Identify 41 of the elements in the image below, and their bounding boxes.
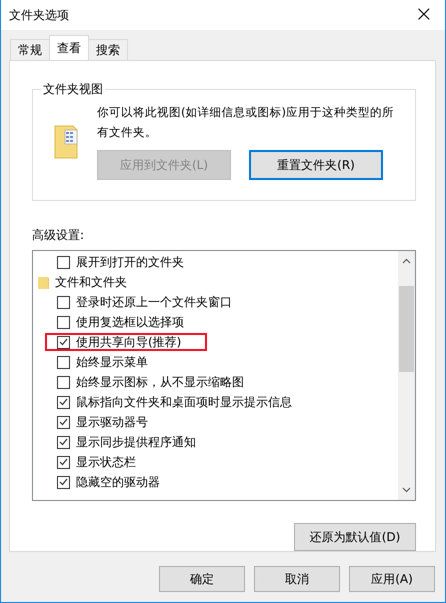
window-title: 文件夹选项 (9, 6, 69, 24)
tab[interactable]: 查看 (49, 35, 89, 60)
group-label: 文件和文件夹 (55, 274, 127, 290)
checkbox[interactable] (57, 396, 70, 408)
setting-label[interactable]: 鼠标指向文件夹和桌面项时显示提示信息 (76, 394, 292, 410)
checkbox[interactable] (57, 376, 70, 388)
checkbox[interactable] (57, 476, 70, 488)
folder-icon (38, 276, 49, 288)
checkbox[interactable] (57, 316, 70, 328)
scroll-down-icon[interactable] (402, 487, 411, 494)
section-label: 高级设置: (32, 227, 86, 244)
tab[interactable]: 搜索 (88, 39, 128, 60)
dialog-button[interactable]: 取消 (254, 566, 340, 592)
close-button[interactable]: × (408, 4, 439, 26)
checkbox[interactable] (57, 296, 70, 308)
setting-label[interactable]: 显示状态栏 (76, 454, 136, 470)
checkbox[interactable] (57, 416, 70, 428)
scroll-thumb[interactable] (399, 286, 414, 372)
setting-label[interactable]: 隐藏空的驱动器 (76, 474, 160, 490)
dialog-button[interactable]: 应用(A) (349, 566, 435, 592)
setting-label[interactable]: 显示驱动器号 (76, 414, 148, 430)
setting-label[interactable]: 始终显示菜单 (76, 354, 148, 370)
restore-defaults-button[interactable]: 还原为默认值(D) (294, 523, 416, 551)
setting-label[interactable]: 展开到打开的文件夹 (76, 254, 184, 270)
setting-label[interactable]: 使用复选框以选择项 (76, 314, 184, 330)
setting-label[interactable]: 登录时还原上一个文件夹窗口 (76, 294, 232, 310)
folder-button[interactable]: 重置文件夹(R) (249, 150, 383, 180)
description-text: 你可以将此视图(如详细信息或图标)应用于这种类型的所有文件夹。 (97, 104, 396, 141)
checkbox[interactable] (57, 436, 70, 448)
setting-label[interactable]: 使用共享向导(推荐) (76, 334, 182, 350)
group-title: 文件夹视图 (42, 81, 104, 98)
folder-icon (53, 124, 79, 160)
tab[interactable]: 常规 (10, 39, 50, 60)
scroll-up-icon[interactable] (402, 258, 411, 264)
dialog-button[interactable]: 确定 (159, 566, 245, 592)
checkbox[interactable] (57, 256, 70, 268)
checkbox[interactable] (57, 456, 70, 468)
setting-label[interactable]: 始终显示图标，从不显示缩略图 (76, 374, 244, 390)
checkbox[interactable] (57, 356, 70, 368)
setting-label[interactable]: 显示同步提供程序通知 (76, 434, 196, 450)
checkbox[interactable] (57, 336, 70, 348)
